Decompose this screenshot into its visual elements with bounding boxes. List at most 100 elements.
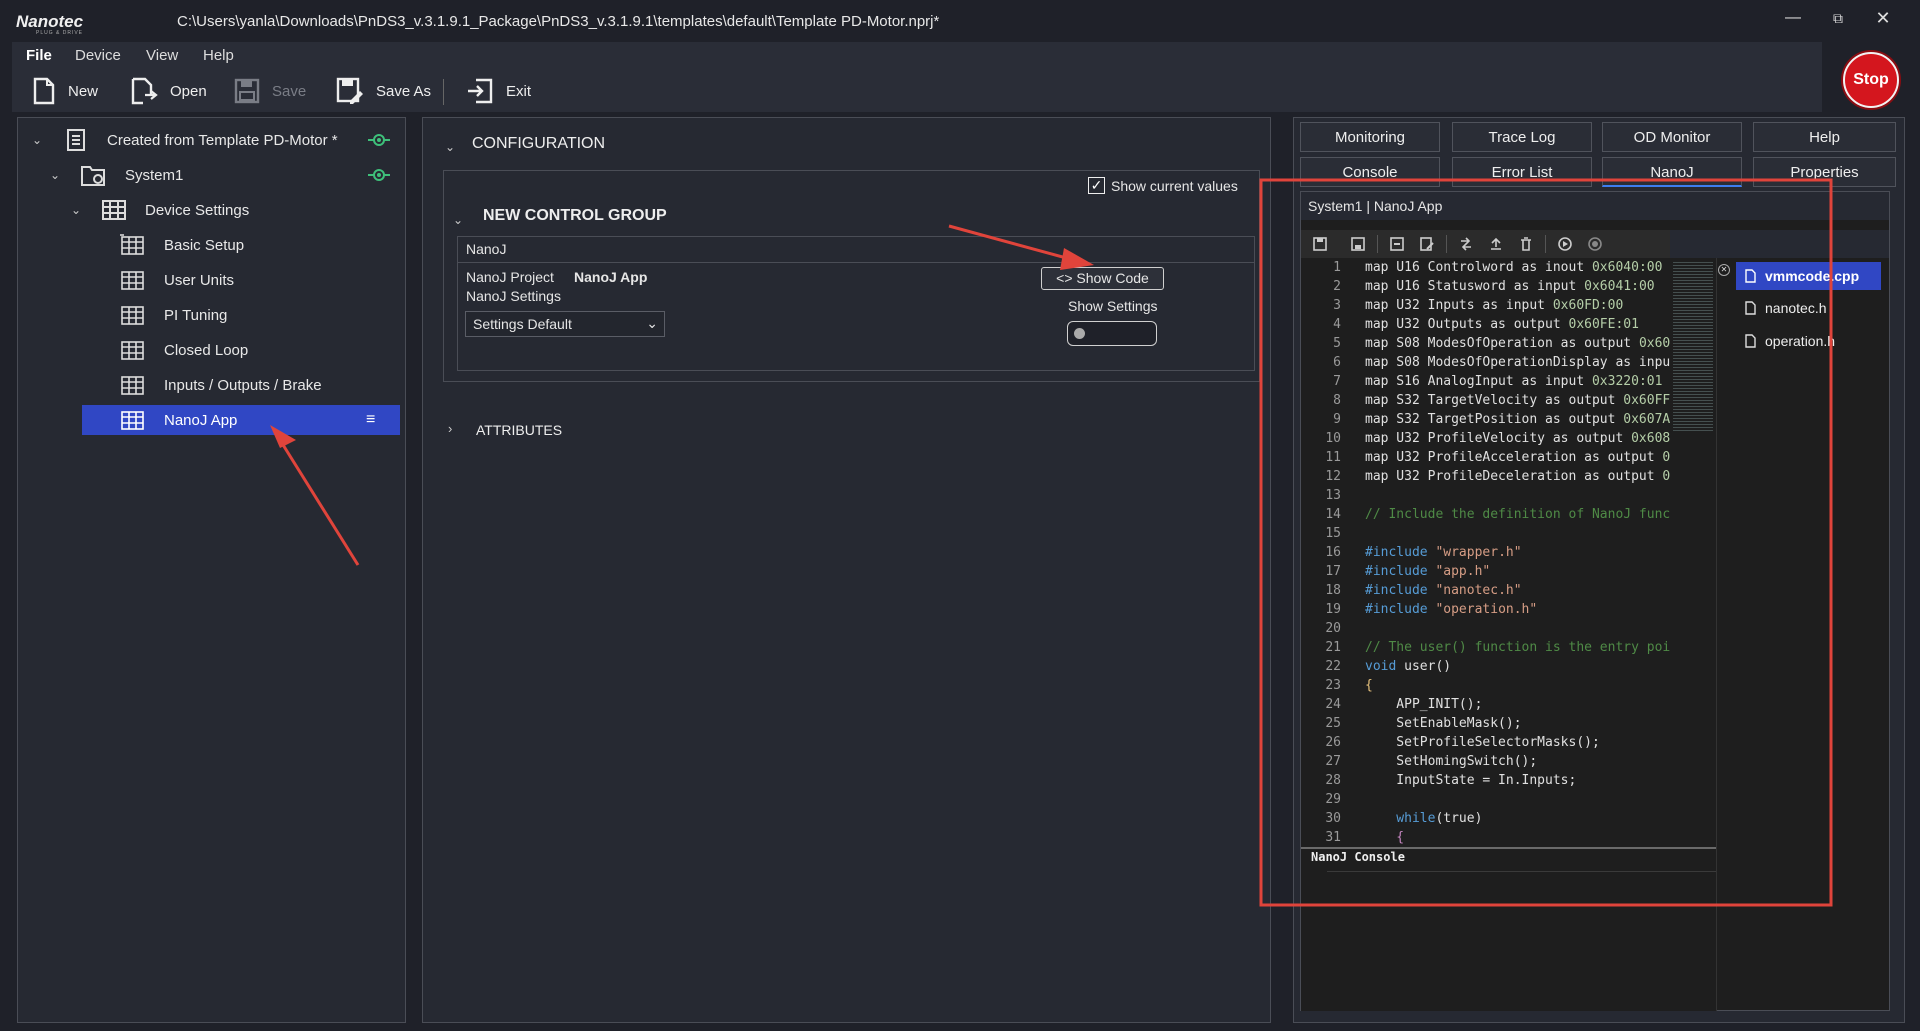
play-icon[interactable] [1558,237,1572,251]
menu-help[interactable]: Help [203,42,234,70]
project-icon [67,129,85,151]
code-text: SetHomingSwitch(); [1365,754,1538,769]
toggle-knob [1074,328,1085,339]
nanoj-editor-frame: System1 | NanoJ App 1 map U16 Controlword… [1300,191,1890,1011]
toolbar-separator [443,79,444,105]
code-text: { [1365,830,1405,845]
close-circle-icon[interactable]: ✕ [1718,264,1730,276]
grid-icon [121,376,144,395]
tree-item-label: Closed Loop [164,341,249,359]
delete-icon[interactable] [1519,237,1533,251]
nanoj-section: NanoJ NanoJ Project NanoJ App NanoJ Sett… [457,236,1255,371]
tab-console[interactable]: Console [1300,157,1440,187]
save-icon[interactable] [1313,237,1327,251]
show-settings-toggle[interactable] [1067,321,1157,346]
menu-device[interactable]: Device [75,42,121,70]
file-name: nanotec.h [1765,300,1827,316]
close-icon[interactable]: ✕ [1868,6,1898,30]
save-all-icon[interactable] [1351,237,1365,251]
code-line: 8 map S32 TargetVelocity as output 0x60FF [1301,391,1670,410]
chevron-down-icon[interactable]: ⌄ [445,140,455,154]
code-text: #include "wrapper.h" [1365,545,1522,560]
line-number: 1 [1333,260,1341,275]
settings-select[interactable]: Settings Default ⌄ [465,311,665,337]
menu-file[interactable]: File [26,42,52,70]
line-number: 26 [1325,735,1341,750]
project-tree-panel: ⌄ Created from Template PD-Motor * ⌄ Sys… [17,117,406,1023]
open-button[interactable]: Open [130,76,207,106]
tree-item-label: NanoJ App [164,411,238,429]
tree-item[interactable]: Closed Loop [18,335,405,365]
file-icon [1745,301,1756,315]
nanotec-logo: Nanotec PLUG & DRIVE [16,12,84,36]
transfer-icon[interactable] [1459,237,1473,251]
line-number: 20 [1325,621,1341,636]
compile-icon[interactable] [1420,237,1434,251]
file-item-active[interactable]: vmmcode.cpp [1736,262,1881,290]
grid-icon [121,306,144,325]
tab-monitoring[interactable]: Monitoring [1300,122,1440,152]
title-bar: Nanotec PLUG & DRIVE C:\Users\yanla\Downl… [0,0,1920,42]
upload-icon[interactable] [1489,237,1503,251]
menu-view[interactable]: View [146,42,178,70]
chevron-down-icon[interactable]: ⌄ [50,168,60,182]
save-label: Save [272,82,307,100]
file-item[interactable]: operation.h [1736,327,1881,355]
tab-help[interactable]: Help [1753,122,1896,152]
save-as-button[interactable]: Save As [336,76,431,106]
code-editor[interactable]: 1 map U16 Controlword as inout 0x6040:00 2… [1301,258,1670,846]
tree-device-settings[interactable]: ⌄ Device Settings [18,195,405,225]
tree-item-label: Inputs / Outputs / Brake [164,376,322,394]
stop-button[interactable]: Stop [1843,52,1899,108]
code-line: 25 SetEnableMask(); [1301,714,1670,733]
code-line: 23 { [1301,676,1670,695]
chevron-right-icon[interactable]: › [448,421,452,436]
code-line: 12 map U32 ProfileDeceleration as output … [1301,467,1670,486]
file-item[interactable]: nanotec.h [1736,294,1881,322]
file-name: vmmcode.cpp [1765,268,1860,284]
hamburger-menu-icon[interactable]: ≡ [366,411,375,429]
code-text: map U32 ProfileVelocity as output 0x608 [1365,431,1670,446]
tab-error-list[interactable]: Error List [1452,157,1592,187]
line-number: 10 [1325,431,1341,446]
tree-system[interactable]: ⌄ System1 [18,160,405,190]
code-icon: <> [1056,270,1073,286]
tab-properties[interactable]: Properties [1753,157,1896,187]
tab-nanoj[interactable]: NanoJ [1602,157,1742,187]
chevron-down-icon[interactable]: ⌄ [71,203,81,217]
show-current-values-checkbox[interactable]: ✓ Show current values [1088,177,1238,194]
save-icon [234,78,260,104]
chevron-down-icon[interactable]: ⌄ [32,133,42,147]
toolbar-separator [1446,235,1447,253]
stop-record-icon[interactable] [1588,237,1602,251]
code-line: 24 APP_INIT(); [1301,695,1670,714]
code-text: // The user() function is the entry poi [1365,640,1670,655]
line-number: 3 [1333,298,1341,313]
tree-item-selected[interactable]: NanoJ App ≡ [82,405,400,435]
tab-od-monitor[interactable]: OD Monitor [1602,122,1742,152]
code-line: 19 #include "operation.h" [1301,600,1670,619]
maximize-icon[interactable]: ⧉ [1823,6,1853,30]
download-icon[interactable] [1390,237,1404,251]
exit-button[interactable]: Exit [466,76,531,106]
minimize-icon[interactable]: — [1778,6,1808,30]
save-button[interactable]: Save [234,76,306,106]
tree-item[interactable]: PI Tuning [18,300,405,330]
tree-item[interactable]: Inputs / Outputs / Brake [18,370,405,400]
new-button[interactable]: New [32,76,98,106]
code-line: 13 [1301,486,1670,505]
tree-item[interactable]: User Units [18,265,405,295]
nanoj-project-value: NanoJ App [574,269,648,285]
line-number: 15 [1325,526,1341,541]
code-minimap[interactable] [1673,262,1713,432]
tree-item[interactable]: Basic Setup [18,230,405,260]
code-text: SetEnableMask(); [1365,716,1522,731]
tab-trace-log[interactable]: Trace Log [1452,122,1592,152]
line-number: 31 [1325,830,1341,845]
show-code-button[interactable]: <> Show Code [1041,267,1164,290]
tree-root[interactable]: ⌄ Created from Template PD-Motor * [18,125,405,155]
open-file-icon [131,77,158,105]
chevron-down-icon[interactable]: ⌄ [453,213,463,227]
code-line: 6 map S08 ModesOfOperationDisplay as inpu [1301,353,1670,372]
code-line: 1 map U16 Controlword as inout 0x6040:00 [1301,258,1670,277]
